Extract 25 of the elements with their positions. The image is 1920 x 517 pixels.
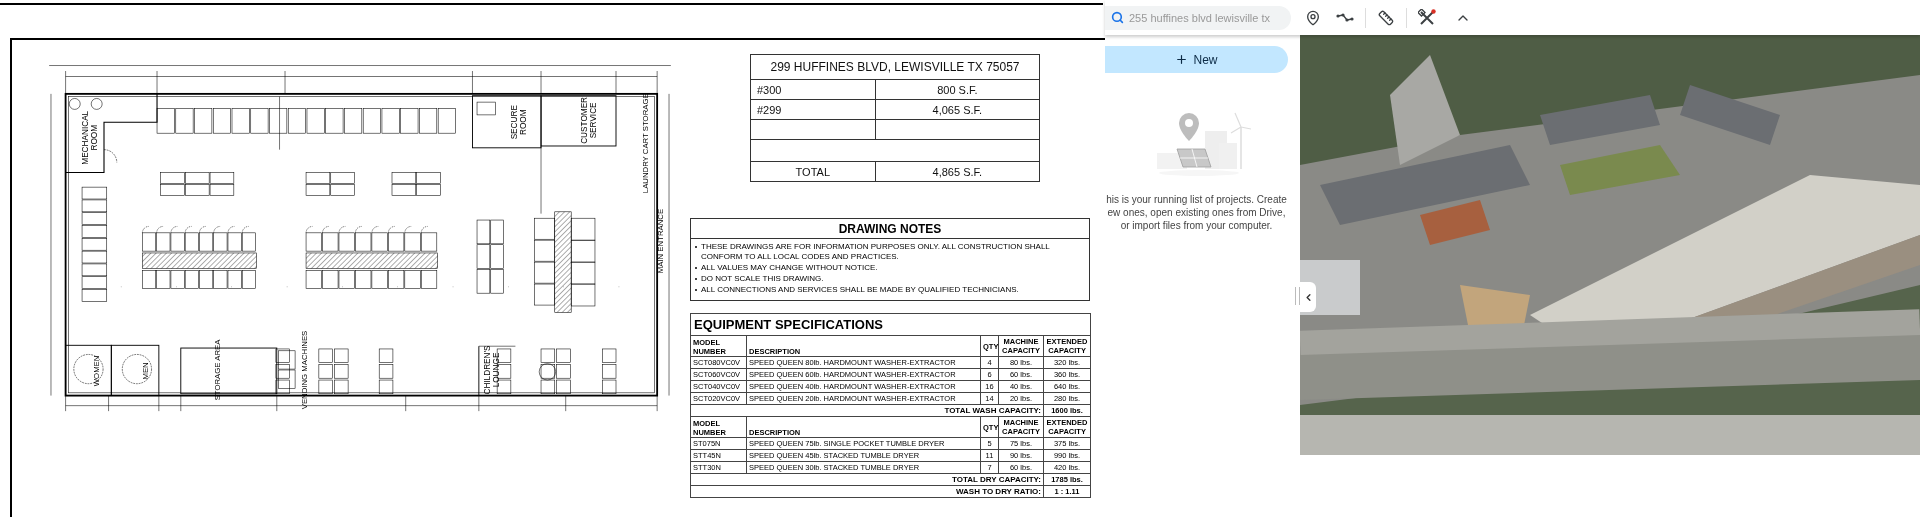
room-label: CHILDREN'S LOUNGE <box>483 345 502 395</box>
empty-message: his is your running list of projects. Create ew ones, open existing ones from Drive, or import files from your computer. <box>1105 193 1288 232</box>
table-cell: 4,865 S.F. <box>875 161 1040 182</box>
room-label: CUSTOMER SERVICE <box>579 96 598 144</box>
total-label: TOTAL DRY CAPACITY: <box>690 473 1044 486</box>
new-button[interactable]: New <box>1105 46 1288 73</box>
ratio-label: WASH TO DRY RATIO: <box>690 485 1044 498</box>
total-label: TOTAL WASH CAPACITY: <box>690 404 1044 417</box>
room-label: SECURE ROOM <box>510 105 529 140</box>
note-text: DO NOT SCALE THIS DRAWING. <box>701 274 824 284</box>
table-cell: #299 <box>750 99 876 120</box>
table-cell: 800 S.F. <box>875 79 1040 100</box>
address-title: 299 HUFFINES BLVD, LEWISVILLE TX 75057 <box>750 54 1040 80</box>
notes-title: DRAWING NOTES <box>691 219 1089 239</box>
table-cell: TOTAL <box>750 161 876 182</box>
search-icon <box>1111 10 1124 24</box>
table-cell: #300 <box>750 79 876 100</box>
note-text: THESE DRAWINGS ARE FOR INFORMATION PURPOSES ONLY. ALL CONSTRUCTION SHALL CONFORM TO ALL LOCAL CODES AND PRACTICES. <box>701 242 1051 262</box>
note-text: ALL CONNECTIONS AND SERVICES SHALL BE MADE BY QUALIFIED TECHNICIANS. <box>701 285 1019 295</box>
plus-icon <box>1175 53 1189 66</box>
collapse-button[interactable] <box>1300 282 1316 312</box>
note-text: ALL VALUES MAY CHANGE WITHOUT NOTICE. <box>701 263 878 273</box>
equipment-title: EQUIPMENT SPECIFICATIONS <box>690 313 1091 336</box>
table-cell: 4,065 S.F. <box>875 99 1040 120</box>
room-label: MECHANICAL ROOM <box>80 110 99 165</box>
